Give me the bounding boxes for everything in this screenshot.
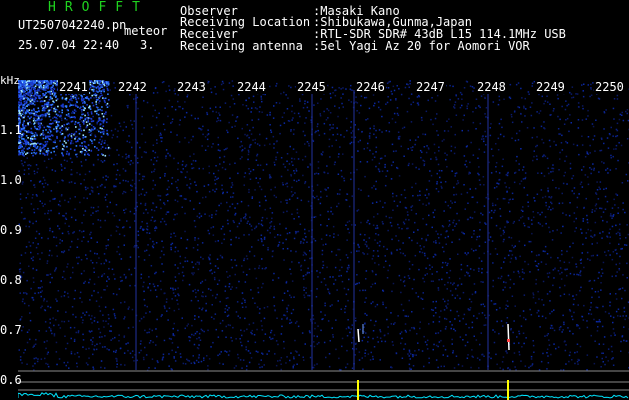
x-tick-label: 2246 [355,80,386,94]
signal-trace [18,392,629,399]
app-brand: HROFFT [48,0,149,15]
meteor-echo-head [507,339,510,342]
spectrogram [18,80,629,400]
type-label: meteor [124,24,168,38]
x-tick-label: 2244 [236,80,267,94]
spectrogram-panel [18,80,629,400]
meteor-count: 3. [140,38,155,52]
x-tick-label: 2248 [476,80,507,94]
meteor-echo [357,328,360,343]
antenna-value: :5el Yagi Az 20 for Aomori VOR [313,39,530,53]
y-tick-label: 1.1 [0,123,22,137]
x-tick-label: 2249 [535,80,566,94]
noise-layer [18,80,629,372]
x-tick-label: 2243 [176,80,207,94]
file-name: UT2507042240.pn [18,18,127,32]
unit-label: kHz [0,74,20,87]
antenna-label: Receiving antenna [180,39,303,53]
x-tick-label: 2242 [117,80,148,94]
y-tick-label: 0.7 [0,323,22,337]
y-tick-label: 0.6 [0,373,22,387]
x-tick-label: 2250 [594,80,625,94]
datetime: 25.07.04 22:40 [18,38,120,52]
meteor-echo [507,323,510,351]
y-tick-label: 1.0 [0,173,22,187]
y-tick-label: 0.9 [0,223,22,237]
x-tick-label: 2245 [296,80,327,94]
y-tick-label: 0.8 [0,273,22,287]
x-tick-label: 2241 [58,80,89,94]
x-tick-label: 2247 [415,80,446,94]
